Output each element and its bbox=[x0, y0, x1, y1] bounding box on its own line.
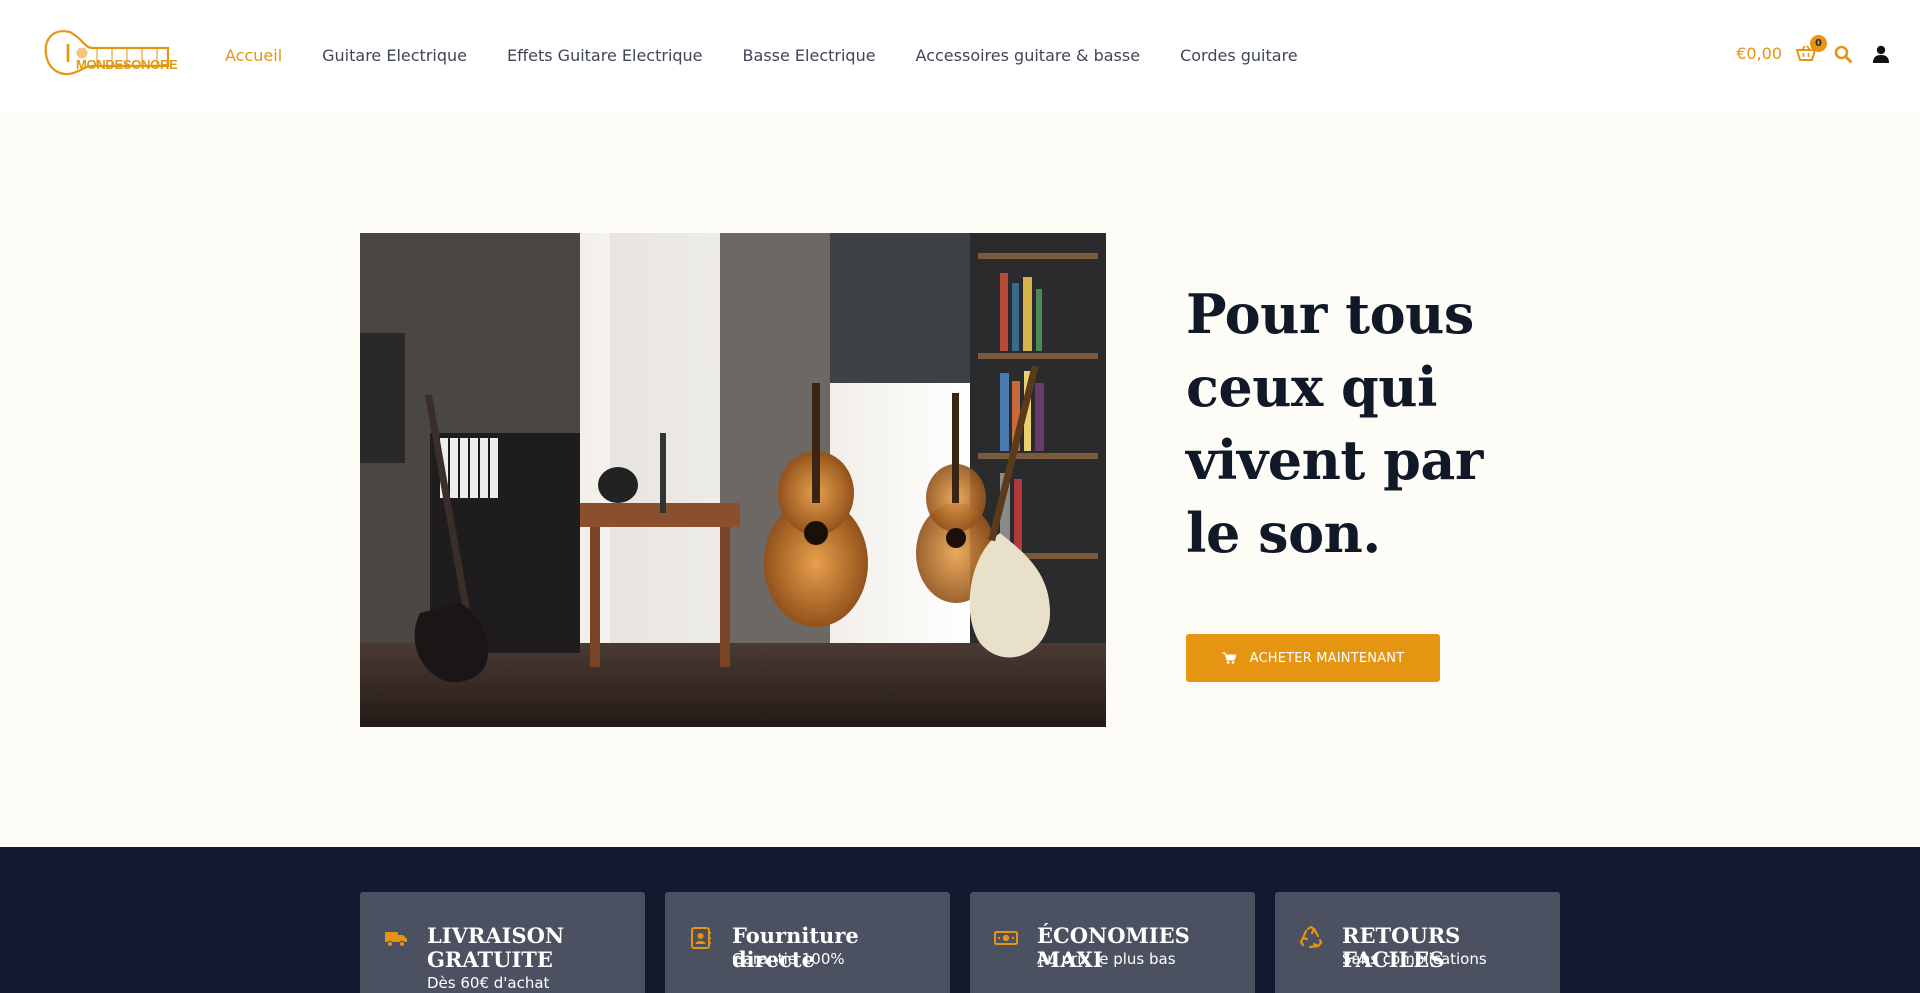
buy-now-label: ACHETER MAINTENANT bbox=[1249, 650, 1405, 666]
hero-photo bbox=[360, 233, 1106, 727]
nav-item-basse-electrique[interactable]: Basse Electrique bbox=[743, 46, 876, 65]
header-actions: €0,00 0 bbox=[1736, 34, 1890, 63]
logo-text: MONDESONORE bbox=[76, 57, 178, 72]
feature-title: LIVRAISON GRATUITE bbox=[427, 923, 565, 972]
feature-subtitle: Au prix le plus bas bbox=[1037, 950, 1176, 968]
hero-image-studio-guitars bbox=[360, 233, 1106, 727]
nav-item-accueil[interactable]: Accueil bbox=[225, 46, 282, 65]
guitar-logo-icon bbox=[44, 30, 170, 76]
money-bill-icon bbox=[994, 931, 1018, 945]
cart-total[interactable]: €0,00 bbox=[1736, 44, 1782, 63]
nav-item-guitare-electrique[interactable]: Guitare Electrique bbox=[322, 46, 467, 65]
nav-item-cordes-guitare[interactable]: Cordes guitare bbox=[1180, 46, 1298, 65]
hero-title: Pour tous ceux qui vivent par le son. bbox=[1186, 282, 1483, 565]
site-header: MONDESONORE Accueil Guitare Electrique E… bbox=[0, 0, 1920, 112]
buy-now-button[interactable]: ACHETER MAINTENANT bbox=[1186, 634, 1440, 682]
feature-card-fourniture: Fourniture directe Garantie 100% bbox=[665, 892, 950, 993]
cart-count-badge: 0 bbox=[1810, 34, 1827, 52]
feature-subtitle: Sans complications bbox=[1342, 950, 1487, 968]
recycle-icon bbox=[1299, 926, 1323, 949]
nav-item-accessoires[interactable]: Accessoires guitare & basse bbox=[916, 46, 1141, 65]
features-band: LIVRAISON GRATUITE Dès 60€ d'achat Fourn… bbox=[0, 847, 1920, 993]
search-icon[interactable] bbox=[1834, 45, 1852, 63]
feature-subtitle: Garantie 100% bbox=[732, 950, 845, 968]
feature-card-livraison: LIVRAISON GRATUITE Dès 60€ d'achat bbox=[360, 892, 645, 993]
feature-subtitle: Dès 60€ d'achat bbox=[427, 974, 550, 992]
feature-card-retours: RETOURS FACILES Sans complications bbox=[1275, 892, 1560, 993]
main-nav: Accueil Guitare Electrique Effets Guitar… bbox=[225, 46, 1338, 65]
site-logo[interactable]: MONDESONORE bbox=[42, 26, 178, 82]
cart-icon bbox=[1221, 652, 1236, 664]
truck-icon bbox=[385, 932, 407, 948]
feature-card-economies: ÉCONOMIES MAXI Au prix le plus bas bbox=[970, 892, 1255, 993]
user-icon[interactable] bbox=[1872, 45, 1890, 63]
address-book-icon bbox=[691, 927, 711, 949]
nav-item-effets-guitare-electrique[interactable]: Effets Guitare Electrique bbox=[507, 46, 703, 65]
cart-button[interactable]: 0 bbox=[1796, 34, 1827, 63]
